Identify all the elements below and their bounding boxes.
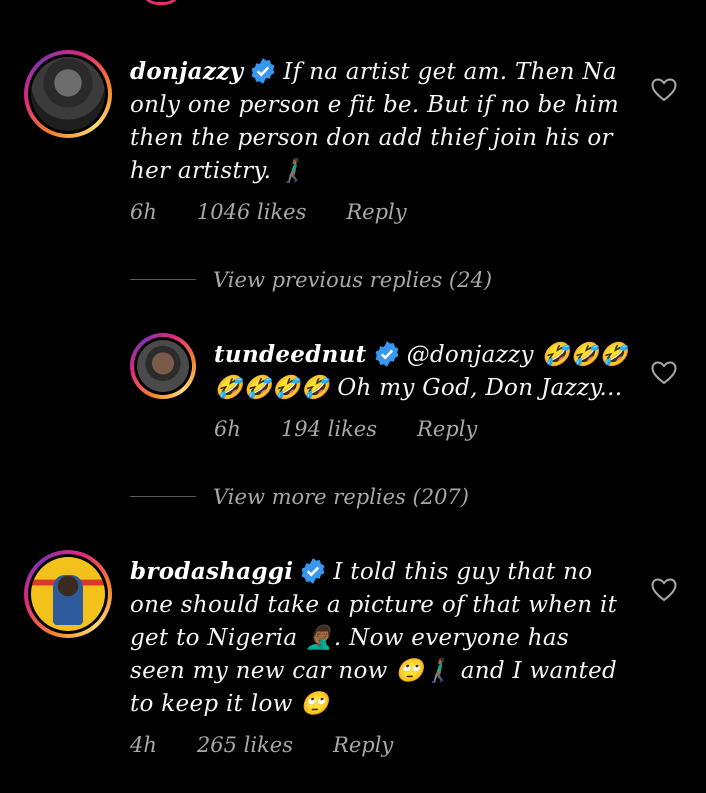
previous-avatar-edge [140,0,182,5]
like-heart-icon[interactable] [651,578,677,602]
likes-count[interactable]: 265 likes [197,733,293,757]
reply-button[interactable]: Reply [346,200,406,224]
view-more-replies-button[interactable]: View more replies (207) [213,485,469,509]
comment-time: 4h [130,733,157,757]
reply-button[interactable]: Reply [333,733,393,757]
reply-meta: 6h 194 likes Reply [214,417,517,441]
comment-body: donjazzy If na artist get am. Then Na onl… [130,55,630,188]
comment-time: 6h [130,200,157,224]
comment-meta: 6h 1046 likes Reply [130,200,447,224]
likes-count[interactable]: 1046 likes [197,200,306,224]
avatar-brodashaggi[interactable] [24,550,112,638]
comment-body: brodashaggi I told this guy that no one s… [130,555,630,721]
verified-badge-icon [375,341,399,367]
comments-panel: donjazzy If na artist get am. Then Na onl… [0,0,706,793]
avatar-tundeednut[interactable] [130,333,196,399]
reply-button[interactable]: Reply [417,417,477,441]
verified-badge-icon [301,558,325,584]
like-heart-icon[interactable] [651,78,677,102]
replies-divider [130,279,196,280]
reply-body: tundeednut @donjazzy 🤣🤣🤣🤣🤣🤣🤣 Oh my God, D… [214,338,634,405]
like-heart-icon[interactable] [651,361,677,385]
avatar-donjazzy[interactable] [24,50,112,138]
username-brodashaggi[interactable]: brodashaggi [130,558,293,585]
reply-time: 6h [214,417,241,441]
verified-badge-icon [251,58,275,84]
likes-count[interactable]: 194 likes [281,417,377,441]
username-donjazzy[interactable]: donjazzy [130,58,243,85]
replies-divider [130,496,196,497]
view-previous-replies-button[interactable]: View previous replies (24) [213,268,492,292]
username-tundeednut[interactable]: tundeednut [214,341,367,368]
comment-meta: 4h 265 likes Reply [130,733,433,757]
